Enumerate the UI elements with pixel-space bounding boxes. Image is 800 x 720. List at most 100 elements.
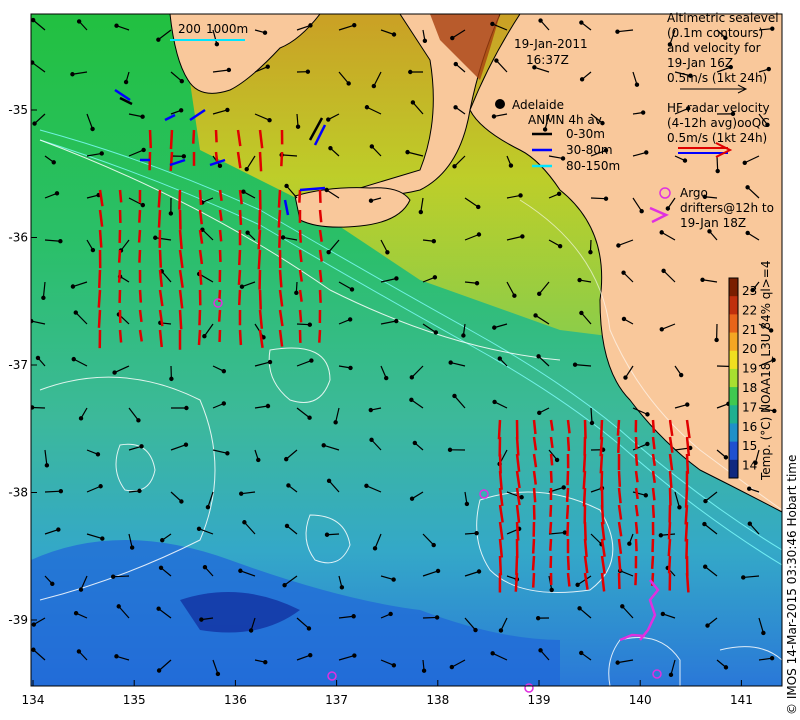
altimetry-arrow-head bbox=[494, 58, 499, 63]
hf-arrow bbox=[515, 436, 520, 456]
hf-arrow bbox=[278, 229, 282, 248]
altimetry-arrow-head bbox=[660, 611, 666, 617]
ocean-map: 134 135 136 137 138 139 140 141 -35 -36 -37 -38 -39… bbox=[8, 11, 799, 715]
altimetry-arrow-head bbox=[179, 78, 185, 84]
altimetry-arrow-head bbox=[668, 672, 674, 678]
hf-arrow bbox=[531, 555, 536, 571]
altimetry-arrow-head bbox=[339, 585, 345, 590]
hf-arrow bbox=[138, 329, 143, 342]
hf-arrow bbox=[258, 289, 262, 310]
altimetry-arrow-head bbox=[537, 291, 542, 297]
altimetry-arrow-head bbox=[31, 647, 36, 652]
altimetry-arrow-head bbox=[431, 239, 437, 244]
hf-arrow bbox=[217, 309, 222, 322]
altimetry-arrow-head bbox=[263, 660, 268, 665]
hf-arrow bbox=[582, 453, 587, 473]
altimetry-arrow-head bbox=[199, 617, 204, 622]
altimetry-arrow-head bbox=[497, 356, 502, 361]
hf-arrow bbox=[617, 487, 622, 504]
hf-arrow bbox=[582, 487, 587, 507]
altimetry-arrow-head bbox=[769, 656, 775, 661]
altimetry-arrow-head bbox=[391, 577, 396, 582]
hf-arrow bbox=[498, 453, 502, 474]
altimetry-arrow-head bbox=[665, 206, 671, 211]
hf-arrow bbox=[685, 453, 690, 474]
altimetry-arrow-head bbox=[433, 330, 439, 335]
altimetry-arrow-head bbox=[294, 290, 299, 296]
altimetry-arrow-head bbox=[78, 587, 84, 592]
altimetry-arrow-head bbox=[245, 230, 250, 235]
altimetry-arrow-head bbox=[321, 443, 326, 448]
hf-arrow bbox=[634, 487, 639, 500]
altimetry-arrow-head bbox=[464, 501, 470, 507]
altimetry-arrow-head bbox=[70, 72, 75, 77]
altimetry-arrow-head bbox=[221, 401, 227, 406]
lon-tick-label: 140 bbox=[629, 693, 652, 707]
lon-tick-label: 135 bbox=[123, 693, 146, 707]
altimetry-arrow-head bbox=[533, 313, 538, 318]
altimetry-arrow-head bbox=[447, 447, 453, 453]
altimetry-arrow-head bbox=[615, 29, 620, 34]
altimetry-arrow-head bbox=[225, 107, 230, 113]
altimetry-arrow-head bbox=[309, 358, 314, 363]
altimetry-arrow-head bbox=[284, 523, 290, 529]
altimetry-arrow-head bbox=[498, 628, 504, 633]
altimetry-arrow-head bbox=[577, 606, 582, 611]
hf-arrow bbox=[617, 470, 622, 487]
altimetry-arrow-head bbox=[549, 587, 554, 593]
altimetry-arrow-head bbox=[603, 196, 609, 201]
altimetry-arrow-head bbox=[572, 362, 578, 367]
altimetry-arrow-head bbox=[409, 375, 415, 380]
altimetry-arrow-head bbox=[371, 83, 377, 89]
altimetry-legend-line: and velocity for bbox=[667, 41, 761, 55]
hf-arrow bbox=[549, 538, 553, 551]
altimetry-arrow-head bbox=[490, 651, 495, 656]
altimetry-arrow-head bbox=[141, 147, 146, 153]
argo-legend-line: drifters@12h to bbox=[680, 201, 774, 215]
altimetry-arrow-head bbox=[621, 316, 627, 322]
argo-legend-line: Argo bbox=[680, 186, 708, 200]
lat-tick-label: -35 bbox=[8, 103, 28, 117]
hf-arrow bbox=[178, 229, 183, 250]
credit-label: © IMOS 14-Mar-2015 03:30:46 Hobart time bbox=[785, 455, 799, 715]
hf-arrow bbox=[278, 269, 283, 288]
altimetry-arrow-head bbox=[538, 648, 543, 653]
hf-arrow bbox=[169, 151, 174, 171]
hf-arrow bbox=[531, 538, 536, 554]
hf-arrow bbox=[583, 538, 588, 558]
altimetry-arrow bbox=[590, 197, 607, 200]
altimetry-arrow-head bbox=[452, 393, 457, 399]
lat-tick-label: -39 bbox=[8, 613, 28, 627]
hf-arrow bbox=[515, 521, 520, 541]
hf-arrow bbox=[238, 189, 243, 205]
altimetry-arrow-head bbox=[44, 463, 50, 468]
altimetry-arrow-head bbox=[305, 69, 311, 74]
altimetry-arrow-head bbox=[326, 478, 332, 484]
hf-arrow bbox=[318, 329, 322, 343]
altimetry-arrow-head bbox=[431, 542, 436, 548]
altimetry-arrow-head bbox=[51, 160, 56, 165]
altimetry-arrow-head bbox=[349, 287, 355, 292]
hf-arrow bbox=[634, 453, 639, 466]
altimetry-arrow-head bbox=[116, 604, 121, 609]
hf-arrow bbox=[532, 487, 537, 503]
altimetry-arrow-head bbox=[742, 160, 747, 165]
hf-arrow bbox=[318, 249, 323, 262]
hf-arrow bbox=[667, 538, 672, 557]
altimetry-arrow-head bbox=[348, 365, 353, 371]
altimetry-arrow-head bbox=[634, 82, 640, 87]
hf-arrow bbox=[192, 129, 196, 144]
altimetry-arrow-head bbox=[307, 415, 312, 420]
altimetry-arrow-head bbox=[352, 653, 357, 658]
date-label: 19-Jan-2011 bbox=[514, 37, 588, 51]
hf-arrow bbox=[117, 269, 122, 283]
altimetry-arrow-head bbox=[561, 485, 566, 490]
altimetry-arrow-head bbox=[449, 664, 455, 670]
hf-arrow bbox=[650, 555, 655, 569]
colorbar-segment bbox=[729, 296, 738, 315]
colorbar-tick: 19 bbox=[742, 362, 757, 376]
altimetry-arrow-head bbox=[677, 505, 682, 510]
altimetry-arrow-head bbox=[453, 105, 458, 110]
hf-arrow bbox=[178, 309, 183, 330]
altimetry-arrow-head bbox=[114, 654, 119, 659]
